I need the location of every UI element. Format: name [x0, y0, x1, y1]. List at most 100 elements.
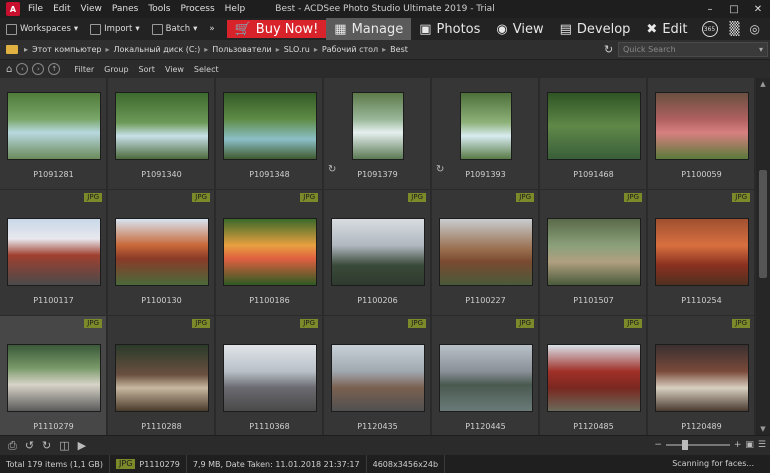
- thumbnail-item[interactable]: JPG P1120435: [324, 316, 431, 435]
- import-button[interactable]: Import ▾: [84, 23, 146, 35]
- zoom-out-icon[interactable]: −: [654, 440, 662, 450]
- thumbnail-image[interactable]: [114, 344, 209, 412]
- acdsee-365-icon[interactable]: 365: [701, 21, 718, 37]
- list-view-icon[interactable]: ☰: [758, 440, 766, 450]
- eye-preview-icon[interactable]: ◎: [750, 22, 760, 36]
- zoom-in-icon[interactable]: +: [734, 440, 742, 450]
- thumbnail-item[interactable]: JPG P1120489: [648, 316, 755, 435]
- thumbnail-item[interactable]: JPG P1110288: [108, 316, 215, 435]
- select-dropdown[interactable]: Select: [194, 65, 219, 74]
- thumbnail-item[interactable]: JPG P1100130: [108, 190, 215, 316]
- maximize-icon[interactable]: □: [722, 0, 746, 18]
- refresh-icon[interactable]: ↻: [604, 43, 613, 56]
- forward-icon[interactable]: ›: [32, 63, 45, 75]
- thumbnail-item[interactable]: P1091468: [540, 78, 647, 190]
- thumbnail-item[interactable]: JPG P1101507: [540, 190, 647, 316]
- back-icon[interactable]: ‹: [16, 63, 29, 75]
- vertical-scrollbar[interactable]: ▲ ▼: [756, 78, 770, 435]
- thumbnail-item[interactable]: JPG P1100186: [216, 190, 323, 316]
- menu-edit[interactable]: Edit: [53, 4, 70, 14]
- crumb-local-disk[interactable]: Локальный диск (C:): [113, 45, 200, 54]
- crumb-users[interactable]: Пользователи: [212, 45, 271, 54]
- thumbnail-image[interactable]: [330, 218, 425, 286]
- thumbnail-item[interactable]: JPG P1100117: [0, 190, 107, 316]
- thumbnail-item[interactable]: ↻ P1091379: [324, 78, 431, 190]
- thumbnail-item[interactable]: JPG P1100206: [324, 190, 431, 316]
- thumbnail-item[interactable]: JPG P1110368: [216, 316, 323, 435]
- print-icon[interactable]: ⎙: [8, 439, 17, 453]
- home-icon[interactable]: ⌂: [6, 64, 12, 75]
- group-dropdown[interactable]: Group: [104, 65, 128, 74]
- slider-track[interactable]: [665, 440, 730, 450]
- thumbnail-size-slider[interactable]: − + ▣ ☰: [654, 440, 766, 450]
- crumb-user[interactable]: SLO.ru: [284, 45, 310, 54]
- toolbar-overflow-button[interactable]: »: [203, 24, 220, 34]
- thumbnail-image[interactable]: [6, 344, 101, 412]
- filter-dropdown[interactable]: Filter: [74, 65, 94, 74]
- quick-search-input[interactable]: Quick Search ▾: [618, 42, 768, 57]
- rotate-right-icon[interactable]: ↻: [42, 439, 51, 452]
- thumbnail-item[interactable]: JPG P1120445: [432, 316, 539, 435]
- crumb-best[interactable]: Best: [390, 45, 408, 54]
- image-view-icon[interactable]: ▣: [745, 440, 754, 450]
- up-icon[interactable]: ↑: [48, 63, 61, 75]
- thumbnail-item[interactable]: JPG P1110279: [0, 316, 107, 435]
- thumbnail-image[interactable]: [546, 344, 641, 412]
- menu-tools[interactable]: Tools: [148, 4, 170, 14]
- compare-icon[interactable]: ◫: [59, 439, 69, 452]
- batch-button[interactable]: Batch ▾: [146, 23, 204, 35]
- crumb-desktop[interactable]: Рабочий стол: [322, 45, 378, 54]
- thumbnail-image[interactable]: [6, 92, 101, 160]
- scroll-down-icon[interactable]: ▼: [756, 423, 770, 435]
- chevron-down-icon[interactable]: ▾: [759, 45, 763, 54]
- minimize-icon[interactable]: –: [698, 0, 722, 18]
- mode-manage-tab[interactable]: ▦ Manage: [326, 18, 412, 40]
- menu-file[interactable]: File: [28, 4, 43, 14]
- thumbnail-item[interactable]: JPG P1110254: [648, 190, 755, 316]
- thumbnail-item[interactable]: P1091281: [0, 78, 107, 190]
- thumbnail-image[interactable]: [114, 92, 209, 160]
- scrollbar-thumb[interactable]: [759, 170, 767, 278]
- thumbnail-image[interactable]: [546, 92, 641, 160]
- thumbnail-image[interactable]: [438, 218, 533, 286]
- thumbnail-item[interactable]: P1100059: [648, 78, 755, 190]
- thumbnail-image[interactable]: [222, 92, 317, 160]
- slider-knob[interactable]: [681, 440, 688, 450]
- thumbnail-item[interactable]: JPG P1100227: [432, 190, 539, 316]
- mode-develop-tab[interactable]: ▤ Develop: [552, 18, 639, 40]
- scroll-up-icon[interactable]: ▲: [756, 78, 770, 90]
- thumbnail-image[interactable]: [330, 344, 425, 412]
- thumbnail-image[interactable]: [6, 218, 101, 286]
- menu-view[interactable]: View: [81, 4, 102, 14]
- thumbnail-image[interactable]: [459, 92, 512, 160]
- buy-now-label: Buy Now!: [255, 21, 319, 37]
- thumbnail-image[interactable]: [114, 218, 209, 286]
- thumbnail-image[interactable]: [438, 344, 533, 412]
- thumbnail-item[interactable]: JPG P1120485: [540, 316, 647, 435]
- close-icon[interactable]: ✕: [746, 0, 770, 18]
- menu-panes[interactable]: Panes: [112, 4, 138, 14]
- thumbnail-image[interactable]: [654, 218, 749, 286]
- slideshow-icon[interactable]: ▶: [78, 439, 86, 452]
- thumbnail-image[interactable]: [546, 218, 641, 286]
- thumbnail-image[interactable]: [654, 344, 749, 412]
- mode-view-tab[interactable]: ◉ View: [488, 18, 551, 40]
- thumbnail-image[interactable]: [351, 92, 404, 160]
- thumbnail-image[interactable]: [222, 218, 317, 286]
- workspaces-button[interactable]: Workspaces ▾: [0, 23, 84, 35]
- sort-dropdown[interactable]: Sort: [139, 65, 155, 74]
- view-dropdown[interactable]: View: [165, 65, 184, 74]
- thumbnail-image[interactable]: [654, 92, 749, 160]
- dashboard-icon[interactable]: ▒: [730, 22, 740, 37]
- crumb-computer[interactable]: Этот компьютер: [32, 45, 101, 54]
- mode-edit-tab[interactable]: ✖ Edit: [638, 18, 695, 40]
- mode-photos-tab[interactable]: ▣ Photos: [411, 18, 488, 40]
- menu-process[interactable]: Process: [181, 4, 215, 14]
- thumbnail-item[interactable]: P1091348: [216, 78, 323, 190]
- thumbnail-item[interactable]: P1091340: [108, 78, 215, 190]
- thumbnail-image[interactable]: [222, 344, 317, 412]
- rotate-left-icon[interactable]: ↺: [25, 439, 34, 452]
- menu-help[interactable]: Help: [225, 4, 246, 14]
- buy-now-button[interactable]: 🛒 Buy Now!: [226, 20, 327, 38]
- thumbnail-item[interactable]: ↻ P1091393: [432, 78, 539, 190]
